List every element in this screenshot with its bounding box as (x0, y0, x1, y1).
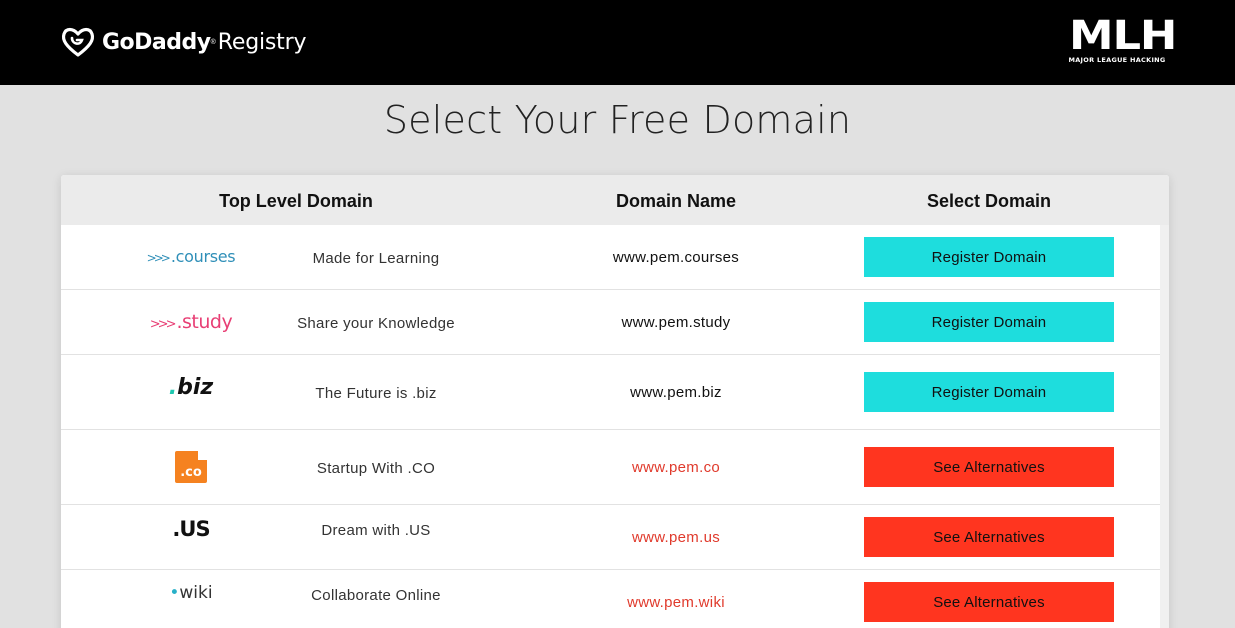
header-top-level-domain: Top Level Domain (219, 191, 373, 211)
courses-logo: >>> .courses (146, 247, 236, 266)
domain-table: Top Level Domain Domain Name Select Doma… (61, 175, 1169, 628)
domain-name: www.pem.courses (612, 249, 740, 266)
tld-description: Startup With .CO (316, 460, 436, 477)
header-select-domain: Select Domain (926, 191, 1052, 211)
top-navigation-bar: GoDaddy ® Registry MLH MAJOR LEAGUE HACK… (0, 0, 1235, 85)
domain-name: www.pem.wiki (627, 594, 725, 611)
tld-description: The Future is .biz (315, 385, 437, 402)
domain-name: www.pem.co (631, 459, 721, 476)
domain-name: www.pem.us (631, 529, 721, 546)
see-alternatives-button[interactable]: See Alternatives (864, 447, 1114, 487)
godaddy-wordmark: GoDaddy (102, 29, 211, 55)
mlh-wordmark: MLH (1069, 13, 1177, 59)
tld-description: Made for Learning (312, 250, 440, 267)
table-row: .biz The Future is .biz www.pem.biz Regi… (61, 355, 1160, 430)
table-scrollbar[interactable] (1160, 225, 1169, 628)
study-logo: >>> .study (149, 311, 233, 333)
see-alternatives-button[interactable]: See Alternatives (864, 517, 1114, 557)
header-domain-name: Domain Name (615, 191, 737, 211)
registry-wordmark: Registry (217, 29, 307, 55)
register-domain-button[interactable]: Register Domain (864, 372, 1114, 412)
table-row: •wiki Collaborate Online www.pem.wiki Se… (61, 570, 1160, 628)
table-row: >>> .courses Made for Learning www.pem.co… (61, 225, 1160, 290)
tld-description: Dream with .US (321, 522, 431, 539)
biz-logo: .biz (168, 375, 214, 400)
table-row: .US Dream with .US www.pem.us See Altern… (61, 505, 1160, 570)
registered-mark: ® (210, 38, 216, 46)
table-header: Top Level Domain Domain Name Select Doma… (61, 175, 1169, 225)
register-domain-button[interactable]: Register Domain (864, 237, 1114, 277)
page-title: Select Your Free Domain (383, 98, 852, 142)
wiki-logo: •wiki (169, 583, 213, 603)
mlh-logo[interactable]: MLH MAJOR LEAGUE HACKING (1063, 16, 1177, 65)
table-row: .co Startup With .CO www.pem.co See Alte… (61, 430, 1160, 505)
godaddy-registry-logo[interactable]: GoDaddy ® Registry (60, 24, 306, 60)
tld-description: Share your Knowledge (297, 315, 455, 332)
godaddy-heart-icon (61, 27, 95, 57)
tld-description: Collaborate Online (311, 587, 441, 604)
domain-name: www.pem.biz (630, 384, 722, 401)
co-logo: .co (131, 451, 251, 483)
see-alternatives-button[interactable]: See Alternatives (864, 582, 1114, 622)
register-domain-button[interactable]: Register Domain (864, 302, 1114, 342)
table-row: >>> .study Share your Knowledge www.pem.s… (61, 290, 1160, 355)
us-logo: .US (172, 517, 210, 541)
domain-name: www.pem.study (621, 314, 731, 331)
